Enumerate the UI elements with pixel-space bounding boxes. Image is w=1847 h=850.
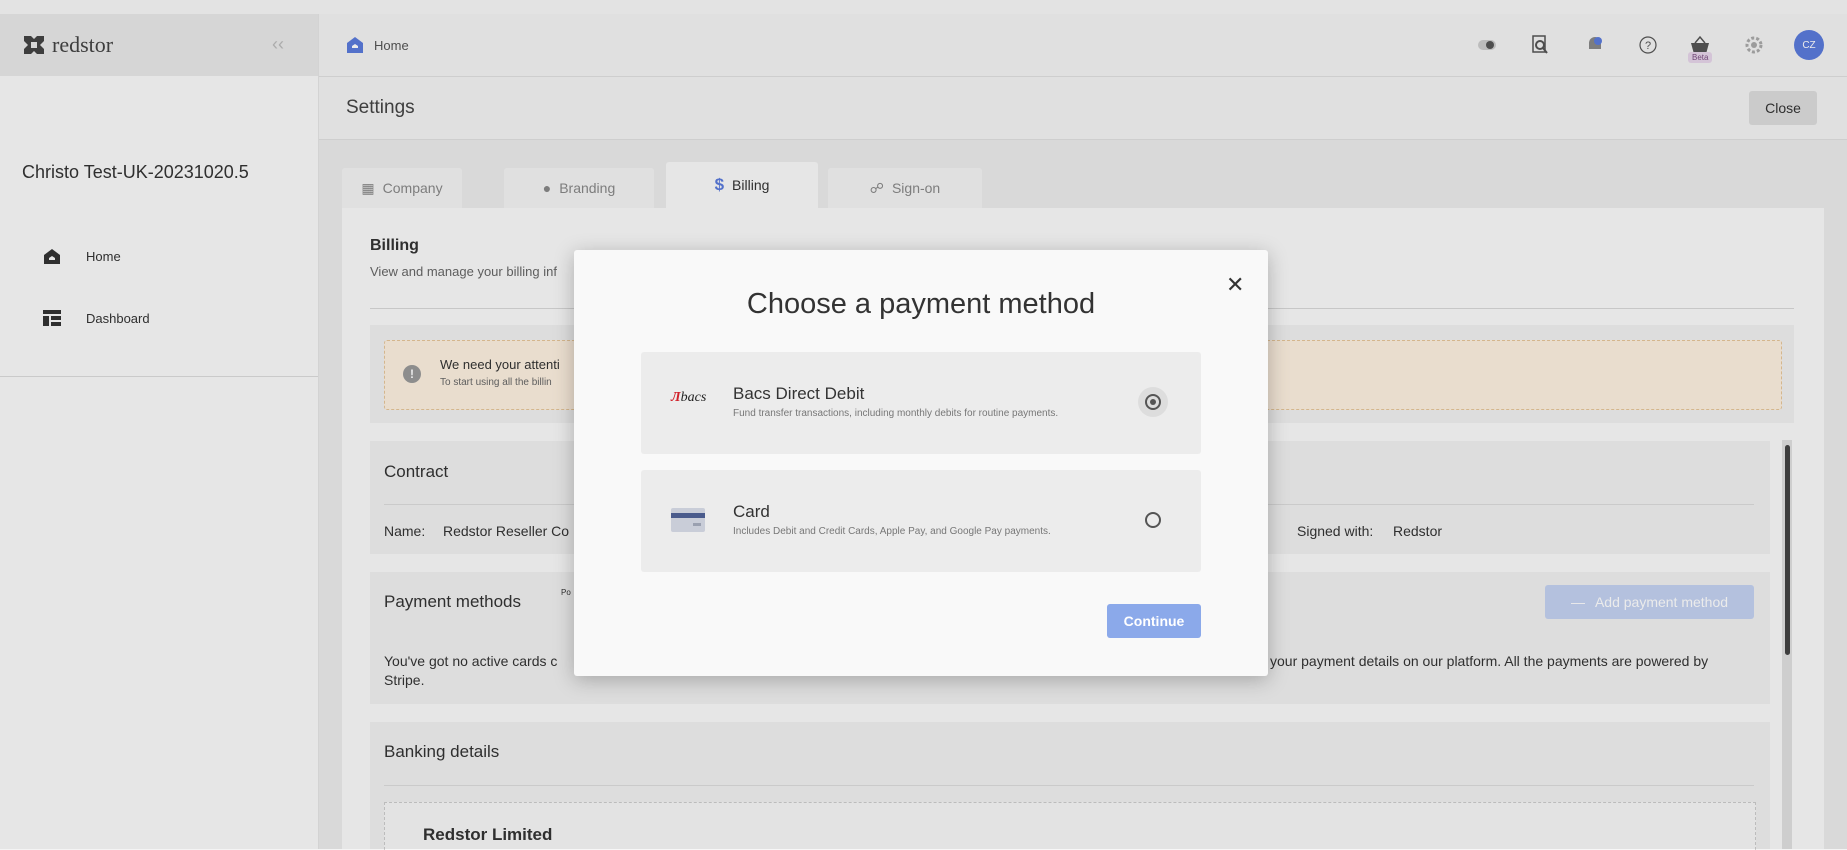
bacs-logo-icon: Лbacs [671, 390, 707, 405]
option-desc: Fund transfer transactions, including mo… [733, 408, 1059, 419]
option-desc: Includes Debit and Credit Cards, Apple P… [733, 526, 1051, 537]
modal-title: Choose a payment method [746, 288, 1096, 320]
payment-method-modal: ✕ Choose a payment method Лbacs Bacs Dir… [574, 250, 1268, 676]
continue-button[interactable]: Continue [1107, 604, 1201, 638]
radio-card[interactable] [1145, 512, 1161, 528]
option-card[interactable]: Card Includes Debit and Credit Cards, Ap… [641, 470, 1201, 572]
option-bacs[interactable]: Лbacs Bacs Direct Debit Fund transfer tr… [641, 352, 1201, 454]
radio-bacs[interactable] [1145, 394, 1161, 410]
option-name: Card [733, 502, 770, 521]
option-name: Bacs Direct Debit [733, 384, 865, 403]
bacs-logo-text: bacs [680, 390, 707, 405]
credit-card-icon [671, 508, 705, 537]
